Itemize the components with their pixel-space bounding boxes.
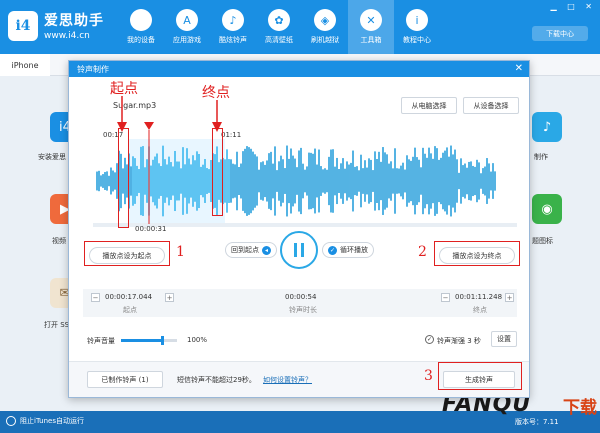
- volume-fill: [121, 339, 162, 342]
- start-handle-box: [118, 128, 129, 228]
- end-marker-time: 01:11: [221, 131, 242, 139]
- pause-button[interactable]: [280, 231, 318, 269]
- app-logo: i4 爱思助手 www.i4.cn: [8, 10, 104, 41]
- bell-icon: ♪: [222, 9, 244, 31]
- tile-label: 视频: [52, 237, 66, 245]
- nav-item-label: 刷机越狱: [311, 36, 339, 44]
- tile-label: 题图标: [532, 237, 553, 245]
- annotation-number-1: 1: [176, 244, 185, 260]
- tools-icon: ✕: [360, 9, 382, 31]
- bell-app-icon[interactable]: ♪: [532, 112, 562, 142]
- set-start-highlight: [84, 241, 170, 266]
- audio-filename: Sugar.mp3: [113, 101, 157, 110]
- tile-label: 制作: [534, 153, 548, 161]
- back-to-start-label: 回到起点: [231, 246, 259, 254]
- flower-icon: ✿: [268, 9, 290, 31]
- generate-highlight: [438, 362, 522, 390]
- tile-label: 安装爱思: [38, 153, 66, 161]
- nav-item-label: 高清壁纸: [265, 36, 293, 44]
- download-center-button[interactable]: 下载中心: [532, 26, 588, 41]
- duration-label: 铃声时长: [289, 306, 317, 314]
- fade-in-checkbox[interactable]: ✓: [425, 335, 434, 344]
- loop-play-label: 循环播放: [340, 246, 368, 254]
- from-device-button[interactable]: 从设备选择: [463, 97, 519, 114]
- duration-value: 00:00:54: [285, 293, 317, 301]
- nav-item[interactable]: ✿ 高清壁纸: [256, 0, 302, 54]
- dialog-titlebar: 铃声制作 ✕: [69, 61, 529, 77]
- annotation-number-2: 2: [418, 244, 427, 260]
- nav-item-label: 酷炫铃声: [219, 36, 247, 44]
- window-controls[interactable]: ▁ □ ✕: [551, 2, 597, 11]
- volume-slider[interactable]: [121, 336, 177, 345]
- volume-percent: 100%: [187, 336, 208, 344]
- end-decrement-button[interactable]: −: [441, 293, 450, 302]
- playhead-time: 00:00:31: [135, 225, 167, 233]
- loop-play-toggle[interactable]: ✓ 循环播放: [322, 242, 374, 258]
- appstore-icon: A: [176, 9, 198, 31]
- app-name: 爱思助手: [44, 13, 104, 29]
- nav-item-label: 应用游戏: [173, 36, 201, 44]
- end-time-label: 终点: [473, 306, 487, 314]
- time-panel: − 00:00:17.044 + 起点 00:00:54 铃声时长 − 00:0…: [83, 289, 517, 317]
- nav-item[interactable]: i 教程中心: [394, 0, 440, 54]
- nav-item-label: 工具箱: [360, 36, 382, 44]
- close-icon[interactable]: ✕: [515, 63, 523, 74]
- volume-handle[interactable]: [161, 336, 165, 345]
- apple-icon: [130, 9, 152, 31]
- app-header: i4 爱思助手 www.i4.cn 我的设备 A 应用游戏 ♪ 酷炫铃声 ✿ 高清壁纸 ◈ 刷机…: [0, 0, 600, 54]
- nav-item[interactable]: ♪ 酷炫铃声: [210, 0, 256, 54]
- block-itunes-label: 阻止iTunes自动运行: [20, 417, 84, 425]
- annotation-end-word: 终点: [202, 85, 230, 101]
- waveform[interactable]: [93, 139, 517, 223]
- nav-item[interactable]: A 应用游戏: [164, 0, 210, 54]
- pause-icon: [294, 243, 297, 257]
- nav-item-label: 教程中心: [403, 36, 431, 44]
- app-url: www.i4.cn: [44, 31, 90, 41]
- main-nav: 我的设备 A 应用游戏 ♪ 酷炫铃声 ✿ 高清壁纸 ◈ 刷机越狱 ✕ 工具箱 i 教程中心: [118, 0, 440, 54]
- watermark-cn: 下载: [563, 398, 597, 418]
- block-itunes-toggle[interactable]: 阻止iTunes自动运行: [6, 416, 84, 426]
- tile-label: 打开 SS: [44, 321, 70, 329]
- start-increment-button[interactable]: +: [165, 293, 174, 302]
- pause-icon: [301, 243, 304, 257]
- end-handle-box: [212, 128, 223, 216]
- fade-in-label: 铃声渐强 3 秒: [437, 337, 481, 345]
- end-time-value[interactable]: 00:01:11.248: [455, 293, 502, 301]
- info-icon: i: [406, 9, 428, 31]
- back-to-start-button[interactable]: 回到起点 ◂: [225, 242, 277, 258]
- sms-limit-notice: 短信铃声不能超过29秒。: [177, 376, 256, 384]
- volume-label: 铃声音量: [87, 337, 115, 345]
- nav-item[interactable]: ◈ 刷机越狱: [302, 0, 348, 54]
- nav-item[interactable]: 我的设备: [118, 0, 164, 54]
- nav-item[interactable]: ✕ 工具箱: [348, 0, 394, 54]
- settings-button[interactable]: 设置: [491, 331, 517, 347]
- version-label: 版本号：7.11: [515, 418, 559, 426]
- how-to-set-link[interactable]: 如何设置铃声？: [263, 375, 312, 385]
- wechat-icon[interactable]: ◉: [532, 194, 562, 224]
- set-end-highlight: [434, 241, 520, 266]
- playback-controls: 回到起点 ◂ ✓ 循环播放: [225, 231, 377, 269]
- logo-badge: i4: [8, 10, 38, 41]
- from-pc-button[interactable]: 从电脑选择: [401, 97, 457, 114]
- check-icon: ✓: [328, 245, 337, 255]
- nav-item-label: 我的设备: [127, 36, 155, 44]
- box-icon: ◈: [314, 9, 336, 31]
- dialog-title: 铃声制作: [77, 64, 109, 74]
- tab-iphone[interactable]: iPhone: [0, 54, 50, 76]
- end-increment-button[interactable]: +: [505, 293, 514, 302]
- annotation-number-3: 3: [424, 368, 433, 384]
- ringtone-maker-dialog: 铃声制作 ✕ Sugar.mp3 从电脑选择 从设备选择 00:17 01:11…: [68, 60, 530, 398]
- start-time-value[interactable]: 00:00:17.044: [105, 293, 152, 301]
- annotation-start-word: 起点: [110, 81, 138, 97]
- made-ringtones-button[interactable]: 已制作铃声 (1): [87, 371, 163, 388]
- start-time-label: 起点: [123, 306, 137, 314]
- rewind-icon: ◂: [262, 245, 271, 255]
- start-decrement-button[interactable]: −: [91, 293, 100, 302]
- radio-icon: [6, 416, 16, 426]
